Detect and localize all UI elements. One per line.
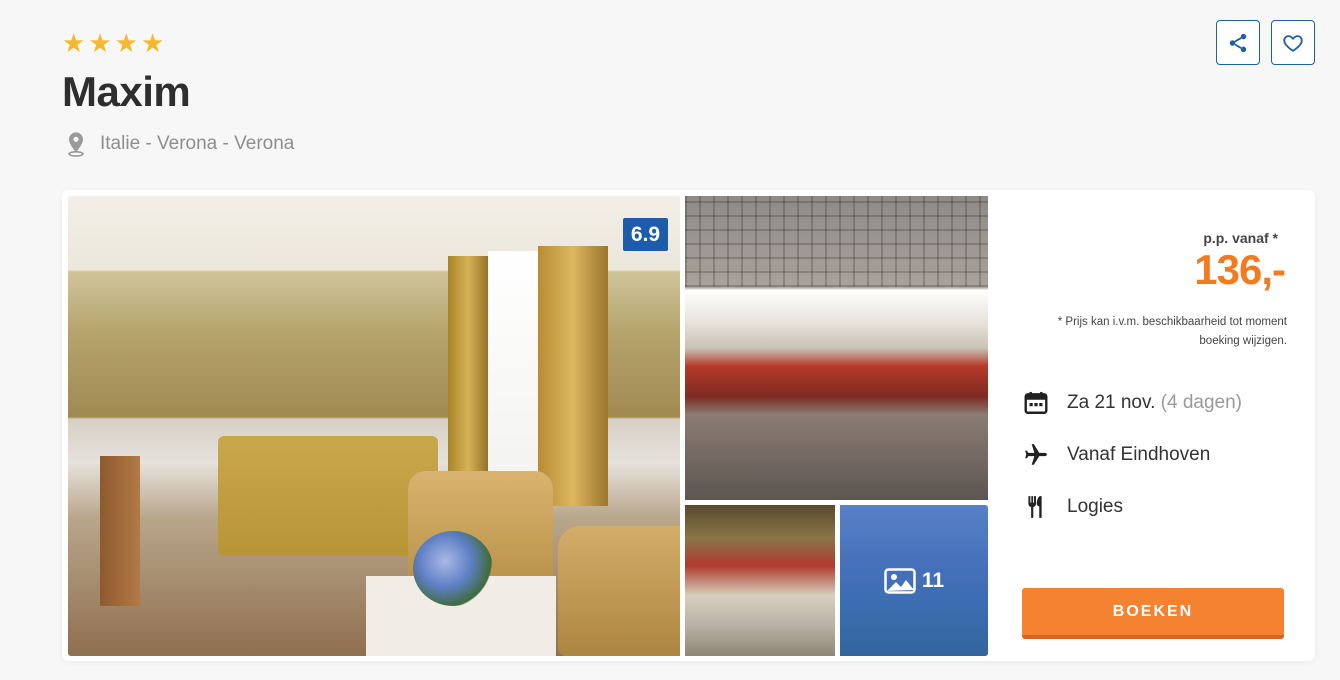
travel-date: Za 21 nov. (4 dagen) bbox=[1023, 390, 1242, 416]
hotel-header: ★ ★ ★ ★ Maxim Italie - Verona - Verona bbox=[62, 30, 294, 158]
departure-text: Vanaf Eindhoven bbox=[1067, 444, 1211, 465]
star-icon: ★ bbox=[140, 29, 165, 59]
board-info: Logies bbox=[1023, 494, 1123, 520]
photo-count: 11 bbox=[921, 568, 945, 592]
hotel-location: Italie - Verona - Verona bbox=[62, 130, 294, 158]
header-actions bbox=[1216, 20, 1315, 65]
favorite-button[interactable] bbox=[1271, 20, 1315, 65]
airplane-icon bbox=[1025, 444, 1047, 465]
heart-icon bbox=[1283, 34, 1303, 52]
hotel-name: Maxim bbox=[62, 68, 191, 115]
calendar-icon bbox=[1024, 391, 1048, 414]
star-rating: ★ ★ ★ ★ bbox=[62, 30, 294, 58]
map-pin-icon bbox=[68, 132, 84, 157]
location-text: Italie - Verona - Verona bbox=[100, 133, 295, 154]
bar-photo[interactable] bbox=[685, 196, 988, 500]
more-photos-overlay[interactable]: 11 bbox=[840, 505, 988, 656]
exterior-photo[interactable]: 11 bbox=[840, 505, 988, 656]
corridor-photo[interactable] bbox=[685, 505, 835, 656]
image-icon bbox=[884, 567, 916, 594]
departure-info: Vanaf Eindhoven bbox=[1023, 442, 1210, 468]
rating-badge: 6.9 bbox=[623, 218, 668, 251]
duration-text: (4 dagen) bbox=[1160, 392, 1242, 413]
room-photo[interactable]: 6.9 bbox=[68, 196, 680, 656]
price-disclaimer: * Prijs kan i.v.m. beschikbaarheid tot m… bbox=[1057, 316, 1287, 347]
price-label: p.p. vanaf * bbox=[1203, 230, 1278, 246]
booking-panel: p.p. vanaf * 136,- * Prijs kan i.v.m. be… bbox=[988, 190, 1315, 661]
share-icon bbox=[1229, 33, 1247, 52]
date-text: Za 21 nov. bbox=[1067, 392, 1156, 413]
share-button[interactable] bbox=[1216, 20, 1260, 65]
hotel-card: 6.9 11 p.p. vanaf * 136,- * Prijs kan i.… bbox=[62, 190, 1315, 661]
star-icon: ★ bbox=[88, 29, 112, 59]
cutlery-icon bbox=[1028, 496, 1042, 518]
price: 136,- bbox=[1194, 246, 1286, 293]
book-button[interactable]: BOEKEN bbox=[1022, 588, 1284, 639]
star-icon: ★ bbox=[114, 29, 138, 59]
star-icon: ★ bbox=[62, 29, 86, 59]
board-text: Logies bbox=[1067, 496, 1123, 517]
